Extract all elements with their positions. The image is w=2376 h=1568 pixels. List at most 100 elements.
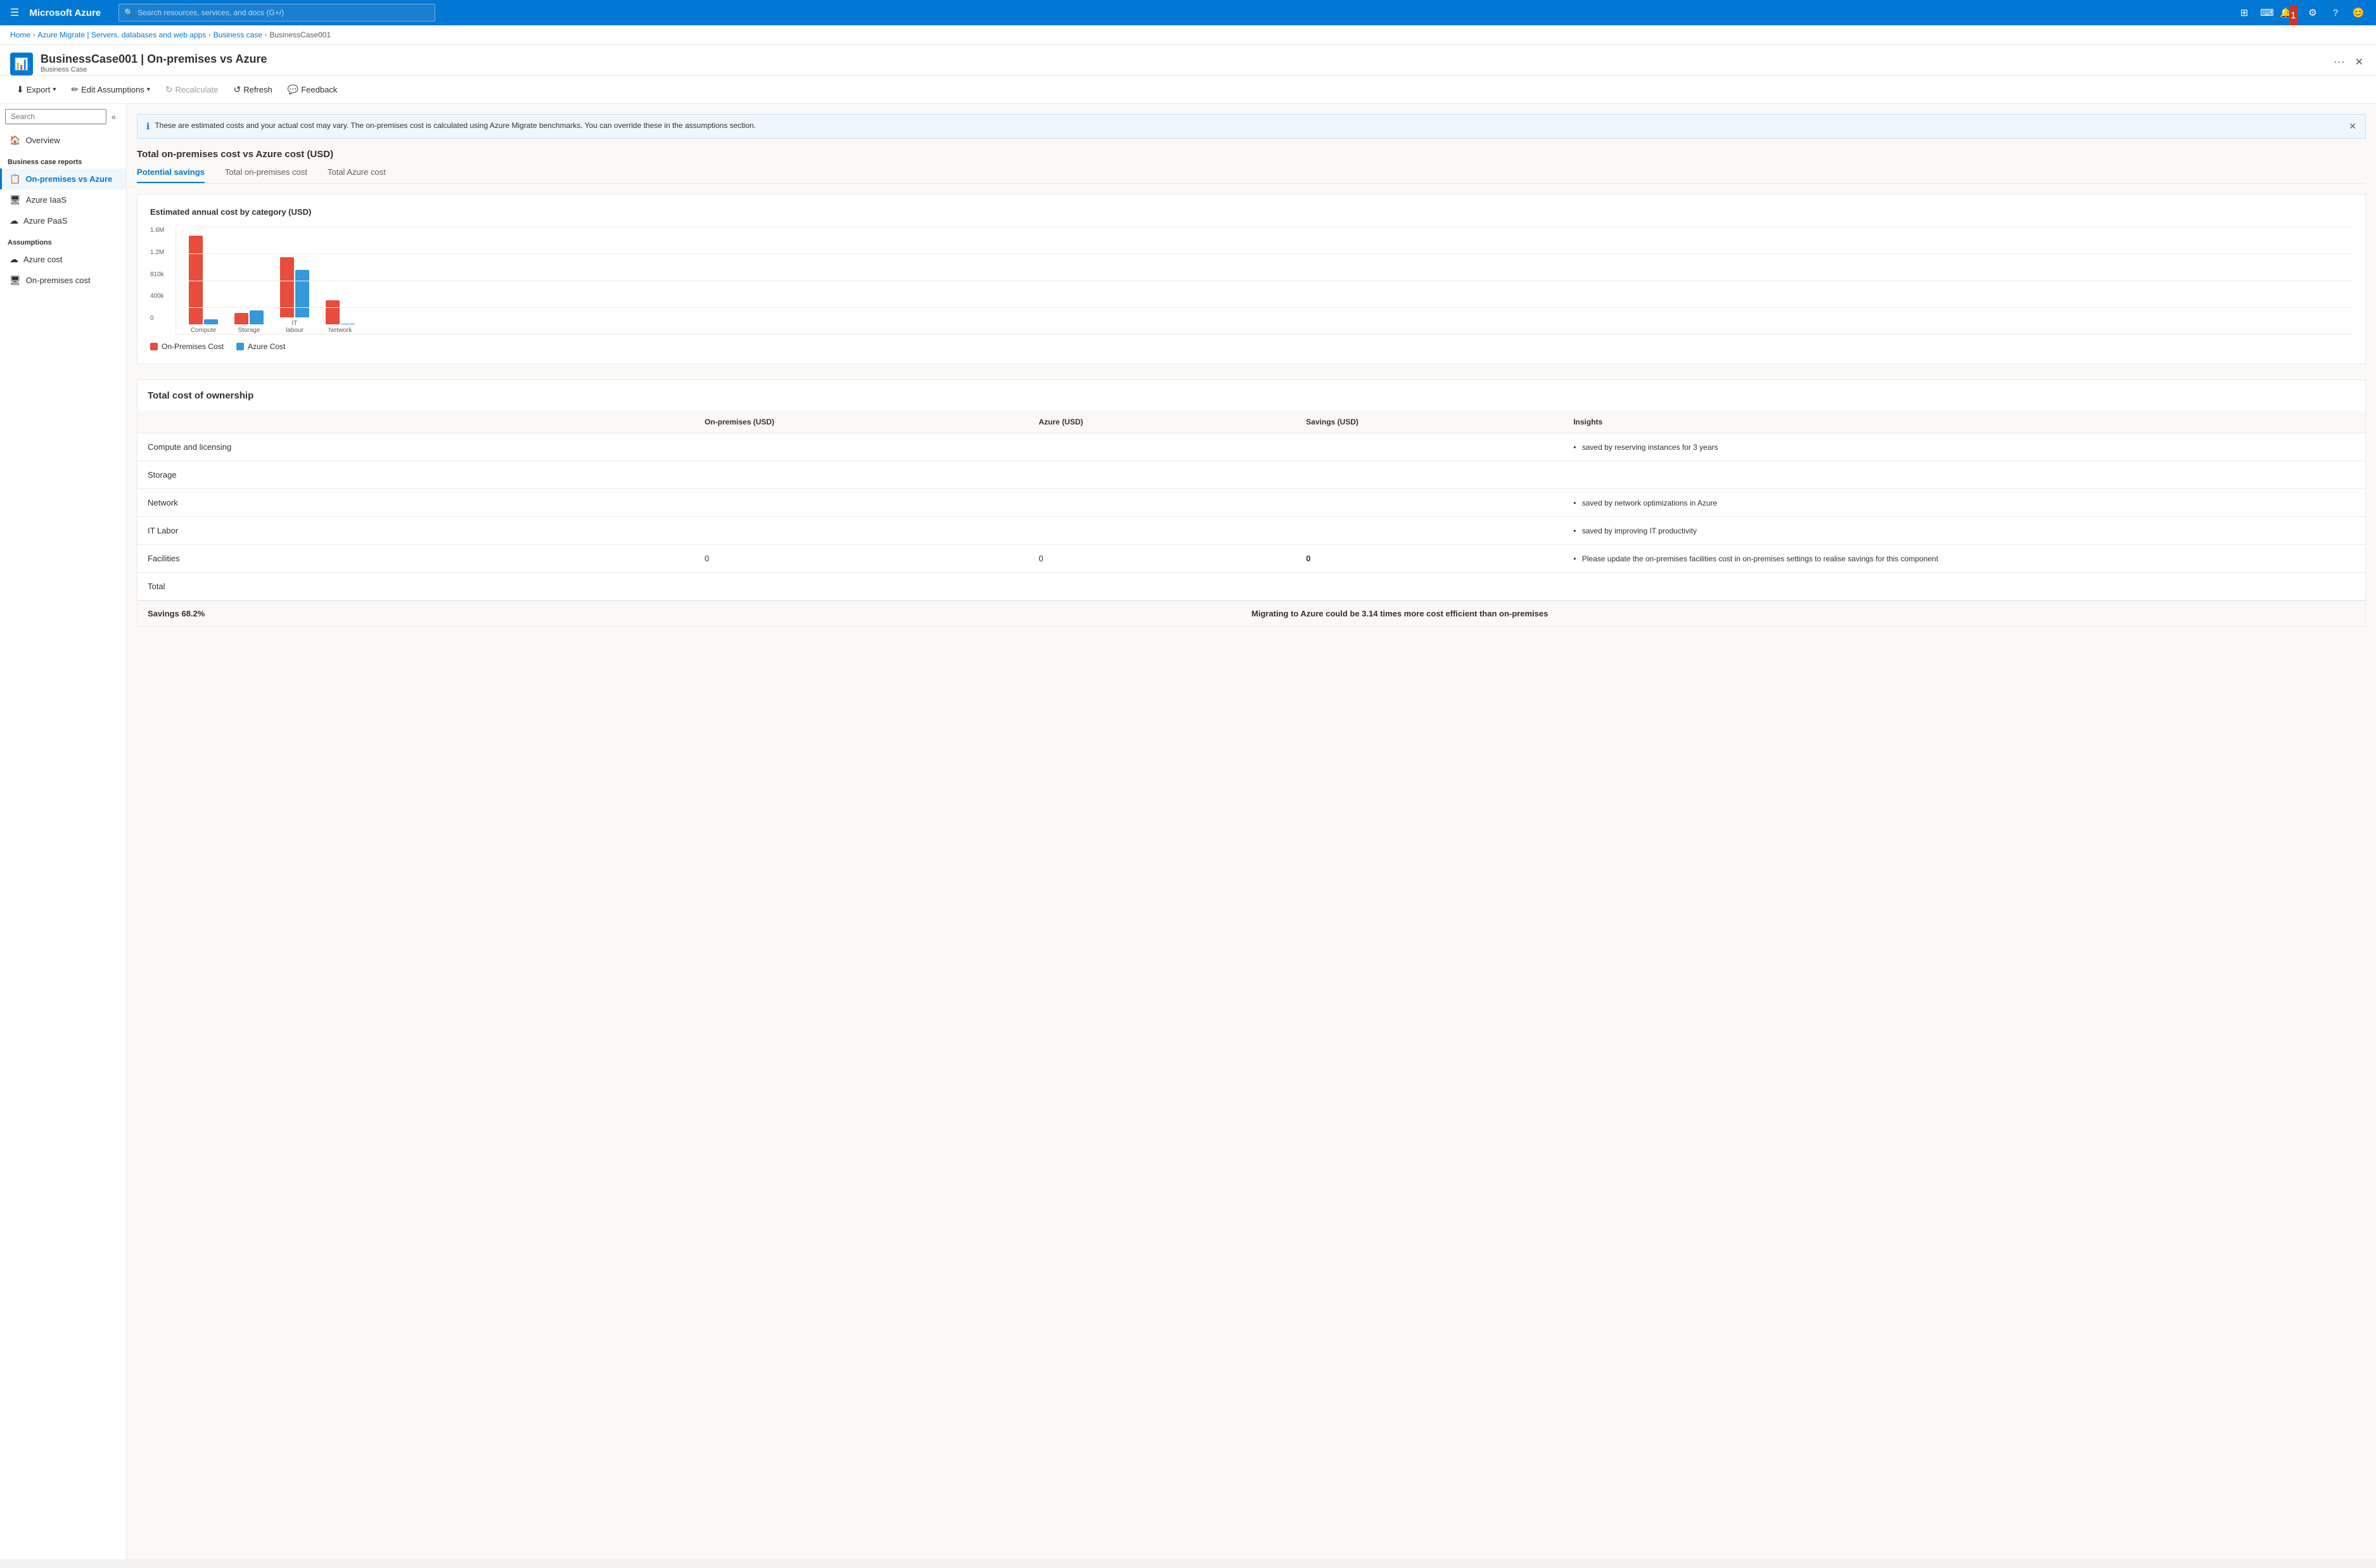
export-button[interactable]: ⬇ Export ▾	[10, 81, 62, 98]
row-facilities-azure: 0	[1028, 545, 1296, 573]
feedback-icon[interactable]: 😊	[2348, 3, 2368, 23]
tab-total-on-premises-cost[interactable]: Total on-premises cost	[225, 167, 307, 183]
y-label-0: 0	[150, 315, 164, 322]
bar-group-compute: Compute	[189, 236, 218, 334]
settings-icon[interactable]: ⚙	[2303, 3, 2323, 23]
notification-badge: 1	[2289, 5, 2297, 25]
info-banner: ℹ These are estimated costs and your act…	[137, 114, 2366, 139]
recalculate-icon: ↻	[165, 84, 173, 95]
portal-icon[interactable]: ⊞	[2234, 3, 2254, 23]
more-options-button[interactable]: ···	[2331, 53, 2347, 71]
chevron-icon-3: ›	[265, 32, 267, 39]
bar-storage-on-prem	[234, 313, 248, 324]
toolbar: ⬇ Export ▾ ✏ Edit Assumptions ▾ ↻ Recalc…	[0, 76, 2376, 104]
row-itlabor-name: IT Labor	[137, 517, 694, 545]
sidebar-item-on-premises-vs-azure[interactable]: 📋 On-premises vs Azure	[0, 169, 126, 189]
breadcrumb-current: BusinessCase001	[269, 30, 331, 39]
row-compute-azure	[1028, 433, 1296, 461]
page-title: BusinessCase001 | On-premises vs Azure	[41, 53, 267, 66]
page-subtitle: Business Case	[41, 66, 267, 73]
sidebar: « 🏠 Overview Business case reports 📋 On-…	[0, 104, 127, 1559]
bar-label-it: ITlabour	[286, 320, 303, 334]
sidebar-search-input[interactable]	[5, 109, 106, 124]
breadcrumb-home[interactable]: Home	[10, 30, 30, 39]
info-banner-close[interactable]: ✕	[2349, 121, 2356, 132]
sidebar-item-on-premises-cost[interactable]: 🖥 On-premises cost	[0, 270, 126, 291]
legend-label-azure: Azure Cost	[248, 342, 285, 351]
edit-icon: ✏	[71, 84, 79, 95]
page-icon: 📊	[10, 53, 33, 75]
hamburger-menu[interactable]: ☰	[8, 4, 22, 22]
col-savings: Savings (USD)	[1296, 411, 1563, 433]
sidebar-item-azure-cost[interactable]: ☁ Azure cost	[0, 249, 126, 270]
content-area: ℹ These are estimated costs and your act…	[127, 104, 2376, 1559]
tab-potential-savings[interactable]: Potential savings	[137, 167, 205, 183]
sidebar-item-azure-iaas[interactable]: 🖥 Azure IaaS	[0, 189, 126, 210]
savings-percentage: Savings 68.2%	[148, 609, 1251, 618]
azure-paas-icon: ☁	[10, 215, 18, 226]
sidebar-item-overview[interactable]: 🏠 Overview	[0, 130, 126, 151]
feedback-button[interactable]: 💬 Feedback	[281, 81, 344, 98]
row-network-savings	[1296, 489, 1563, 517]
cloud-shell-icon[interactable]: ⌨	[2257, 3, 2277, 23]
row-total-name: Total	[137, 573, 694, 601]
page-title-section: BusinessCase001 | On-premises vs Azure B…	[41, 53, 267, 73]
edit-assumptions-button[interactable]: ✏ Edit Assumptions ▾	[65, 81, 156, 98]
export-chevron-icon: ▾	[53, 86, 56, 93]
help-icon[interactable]: ?	[2325, 3, 2346, 23]
row-network-name: Network	[137, 489, 694, 517]
notifications-icon[interactable]: 🔔 1	[2280, 3, 2300, 23]
main-layout: « 🏠 Overview Business case reports 📋 On-…	[0, 104, 2376, 1559]
bar-storage-azure	[250, 310, 264, 324]
chart-container: Estimated annual cost by category (USD) …	[137, 194, 2366, 364]
y-label-3: 1.2M	[150, 249, 164, 256]
bullet-icon: •	[1573, 443, 1576, 452]
row-total-insights	[1563, 573, 2365, 601]
table-row: Facilities 0 0 0 • Please update the on-…	[137, 545, 2365, 573]
y-label-2: 810k	[150, 271, 164, 278]
row-network-insights: • saved by network optimizations in Azur…	[1563, 489, 2365, 517]
global-search-input[interactable]	[137, 8, 430, 17]
chart-title: Estimated annual cost by category (USD)	[150, 207, 2353, 217]
info-icon: ℹ	[146, 121, 150, 132]
row-storage-insights	[1563, 461, 2365, 489]
breadcrumb-azure-migrate[interactable]: Azure Migrate | Servers, databases and w…	[37, 30, 206, 39]
row-storage-name: Storage	[137, 461, 694, 489]
edit-chevron-icon: ▾	[147, 86, 150, 93]
table-row: IT Labor • saved by improving IT product…	[137, 517, 2365, 545]
feedback-icon-btn: 💬	[288, 84, 298, 95]
legend-dot-on-prem	[150, 343, 158, 350]
bar-group-it-labour: ITlabour	[280, 257, 309, 334]
col-on-prem: On-premises (USD)	[694, 411, 1028, 433]
row-compute-on-prem	[694, 433, 1028, 461]
recalculate-button[interactable]: ↻ Recalculate	[159, 81, 225, 98]
refresh-button[interactable]: ↺ Refresh	[227, 81, 279, 98]
row-itlabor-insights: • saved by improving IT productivity	[1563, 517, 2365, 545]
row-storage-azure	[1028, 461, 1296, 489]
overview-icon: 🏠	[10, 135, 20, 146]
table-row: Total	[137, 573, 2365, 601]
legend-azure: Azure Cost	[236, 342, 285, 351]
bar-group-storage: Storage	[234, 310, 264, 334]
legend-label-on-prem: On-Premises Cost	[162, 342, 224, 351]
row-storage-on-prem	[694, 461, 1028, 489]
bar-label-compute: Compute	[191, 327, 217, 334]
col-insights: Insights	[1563, 411, 2365, 433]
row-network-on-prem	[694, 489, 1028, 517]
table-title: Total cost of ownership	[137, 380, 2365, 411]
on-premises-cost-icon: 🖥	[10, 275, 21, 286]
breadcrumb-business-case[interactable]: Business case	[214, 30, 262, 39]
row-network-azure	[1028, 489, 1296, 517]
close-button[interactable]: ✕	[2353, 53, 2366, 71]
page-header: 📊 BusinessCase001 | On-premises vs Azure…	[0, 45, 2376, 76]
table-header-row: On-premises (USD) Azure (USD) Savings (U…	[137, 411, 2365, 433]
tco-table: On-premises (USD) Azure (USD) Savings (U…	[137, 411, 2365, 600]
sidebar-collapse-button[interactable]: «	[106, 110, 121, 124]
col-azure: Azure (USD)	[1028, 411, 1296, 433]
row-storage-savings	[1296, 461, 1563, 489]
global-search-bar[interactable]: 🔍	[118, 4, 435, 22]
bullet-icon-4: •	[1573, 554, 1576, 563]
sidebar-item-azure-paas[interactable]: ☁ Azure PaaS	[0, 210, 126, 231]
tab-total-azure-cost[interactable]: Total Azure cost	[328, 167, 386, 183]
info-banner-text: These are estimated costs and your actua…	[155, 121, 756, 130]
